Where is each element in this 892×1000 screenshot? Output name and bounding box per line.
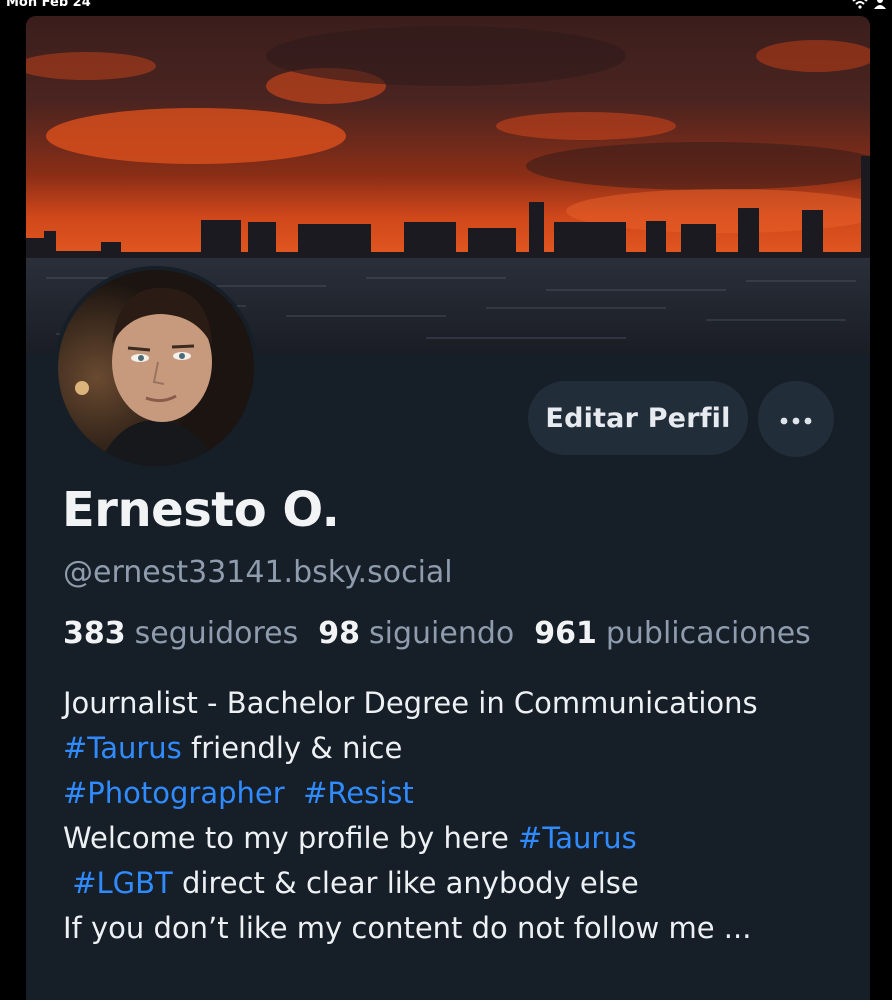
edit-profile-button[interactable]: Editar Perfil [528, 381, 748, 455]
bio-text [285, 776, 303, 810]
posts-count: 961 [534, 616, 597, 651]
bio-line: #LGBT direct & clear like anybody else [63, 861, 863, 906]
status-bar: Mon Feb 24 [0, 0, 892, 14]
bio-text: direct & clear like anybody else [172, 866, 639, 900]
bio-text: Welcome to my profile by here [63, 821, 519, 855]
handle: @ernest33141.bsky.social [63, 555, 453, 590]
hashtag-link[interactable]: #Resist [303, 776, 414, 810]
bio-line: #Photographer #Resist [63, 771, 863, 816]
ellipsis-icon [779, 410, 813, 429]
following-label: siguiendo [369, 616, 515, 651]
bio-line: Welcome to my profile by here #Taurus [63, 816, 863, 861]
more-options-button[interactable] [758, 381, 834, 457]
person-icon [874, 0, 886, 13]
hashtag-link[interactable]: #Taurus [518, 821, 637, 855]
avatar[interactable] [54, 266, 258, 470]
profile-bio: Journalist - Bachelor Degree in Communic… [63, 681, 863, 951]
profile-card: Editar Perfil Ernesto O. @ernest33141.bs… [26, 16, 870, 1000]
posts-stat: 961 publicaciones [534, 616, 811, 651]
status-time: Mon Feb 24 [6, 0, 91, 10]
hashtag-link[interactable]: #LGBT [72, 866, 173, 900]
posts-label: publicaciones [605, 616, 811, 651]
bio-line: If you don’t like my content do not foll… [63, 911, 752, 945]
hashtag-link[interactable]: #Taurus [63, 731, 182, 765]
following-count: 98 [318, 616, 361, 651]
followers-stat[interactable]: 383 seguidores [63, 616, 298, 651]
bio-text: friendly & nice [181, 731, 403, 765]
display-name: Ernesto O. [62, 482, 340, 538]
wifi-icon [852, 0, 868, 13]
followers-count: 383 [63, 616, 126, 651]
profile-stats: 383 seguidores 98 siguiendo 961 publicacion… [63, 616, 811, 651]
bio-line: Journalist - Bachelor Degree in Communic… [63, 686, 758, 720]
following-stat[interactable]: 98 siguiendo [318, 616, 514, 651]
hashtag-link[interactable]: #Photographer [63, 776, 285, 810]
status-icons [852, 0, 886, 13]
bio-text [63, 866, 72, 900]
bio-line: #Taurus friendly & nice [63, 726, 863, 771]
followers-label: seguidores [134, 616, 299, 651]
